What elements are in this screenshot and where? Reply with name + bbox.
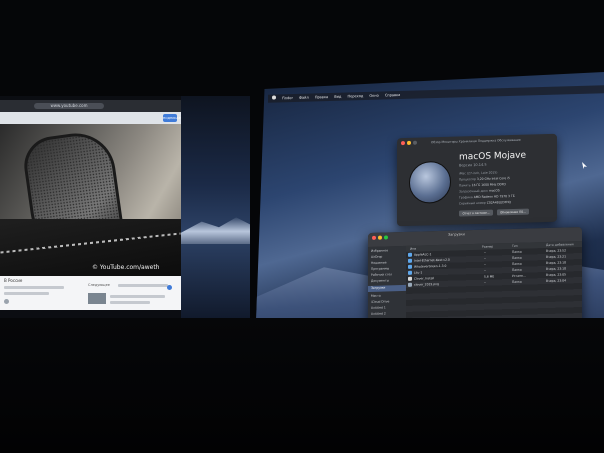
cursor-icon	[582, 162, 587, 169]
subscribe-button[interactable]: ПОДПИСАТЬСЯ	[163, 114, 181, 122]
sidebar-item-disk-1[interactable]: Untitled 1	[371, 305, 386, 309]
sidebar-item-disk-2[interactable]: Untitled 2	[371, 311, 386, 315]
os-title: macOS Mojave	[459, 150, 527, 163]
text-line	[4, 292, 49, 295]
spec-row: Графика AMD Radeon HD 7970 3 ГБ	[459, 193, 515, 200]
sidebar-item-applications[interactable]: Программы	[371, 266, 389, 271]
apple-icon[interactable]	[272, 95, 276, 100]
sidebar-item-icloud[interactable]: iCloud Drive	[371, 299, 389, 304]
close-button[interactable]	[372, 235, 376, 240]
sidebar-item-airdrop[interactable]: AirDrop	[371, 255, 382, 259]
browser-toolbar	[0, 112, 181, 124]
sidebar-item-desktop[interactable]: Рабочий стол	[371, 272, 392, 277]
minimize-button[interactable]	[407, 140, 411, 145]
sidebar-item-downloads[interactable]: Загрузки	[371, 286, 385, 290]
folder-icon	[408, 252, 412, 257]
zoom-button[interactable]	[413, 140, 417, 145]
package-icon	[408, 276, 412, 281]
menu-item-go[interactable]: Переход	[348, 94, 364, 98]
text-line	[4, 286, 64, 289]
spec-row: Серийный номер C02A4BLEDFHQ	[459, 200, 511, 206]
about-tabs[interactable]: Обзор Мониторы Хранилище Поддержка Обслу…	[431, 137, 549, 145]
photo-scene: www.youtube.com ПОДПИСАТЬСЯ © YouTube.co…	[0, 0, 604, 453]
browser-tab-bar: www.youtube.com	[0, 100, 181, 112]
finder-title: Загрузки	[448, 232, 465, 237]
zoom-button[interactable]	[384, 235, 388, 240]
sidebar-header: Избранное	[371, 248, 389, 253]
software-update-button[interactable]: Обновление ПО...	[497, 208, 529, 216]
sidebar-item-recents[interactable]: Недавние	[371, 260, 387, 264]
menu-item-window[interactable]: Окно	[369, 94, 378, 98]
video-thumbnail[interactable]	[88, 293, 106, 304]
toggle-icon[interactable]	[167, 285, 172, 290]
up-next-label: Следующее	[88, 283, 110, 287]
wallpaper-strip	[181, 96, 250, 318]
video-watermark: © YouTube.com/aweth	[92, 264, 160, 271]
folder-icon	[408, 264, 412, 269]
image-file-icon	[408, 282, 412, 287]
video-title[interactable]: B Россие	[4, 278, 22, 283]
spec-row: Память 16 ГБ 1600 MHz DDR3	[459, 182, 506, 188]
system-report-button[interactable]: Отчет о системе...	[459, 209, 493, 217]
browser-window: www.youtube.com ПОДПИСАТЬСЯ © YouTube.co…	[0, 100, 181, 310]
folder-icon	[408, 270, 412, 275]
text-line	[118, 284, 168, 287]
menu-item-view[interactable]: Вид	[334, 95, 341, 99]
spec-row: Процессор 3,20 GHz Intel Core i5	[459, 176, 510, 182]
menu-item-help[interactable]: Справка	[385, 93, 400, 97]
menu-item-edit[interactable]: Правка	[315, 95, 328, 99]
address-bar[interactable]: www.youtube.com	[34, 103, 104, 109]
mojave-logo-icon	[409, 160, 451, 204]
avatar[interactable]	[4, 299, 9, 304]
menu-item-finder[interactable]: Finder	[282, 96, 293, 100]
menu-bar: Finder Файл Правка Вид Переход Окно Спра…	[268, 85, 604, 103]
close-button[interactable]	[401, 141, 405, 146]
sidebar-header: Места	[371, 293, 381, 298]
text-line	[110, 295, 165, 298]
about-this-mac-window: Обзор Мониторы Хранилище Поддержка Обслу…	[397, 133, 557, 227]
menu-item-file[interactable]: Файл	[299, 96, 309, 100]
os-version: Версия 10.14.5	[459, 162, 487, 168]
left-monitor: www.youtube.com ПОДПИСАТЬСЯ © YouTube.co…	[0, 96, 250, 318]
video-player[interactable]: © YouTube.com/aweth	[0, 124, 181, 276]
video-info: B Россие Следующее	[0, 276, 181, 310]
spec-row: iMac (27-inch, Late 2015)	[459, 170, 498, 176]
sidebar-item-documents[interactable]: Документы	[371, 278, 389, 283]
folder-icon	[408, 258, 412, 263]
text-line	[110, 301, 150, 304]
spec-row: Загрузочный диск macOS	[459, 188, 500, 194]
minimize-button[interactable]	[378, 235, 382, 240]
desk-surface	[0, 318, 604, 453]
